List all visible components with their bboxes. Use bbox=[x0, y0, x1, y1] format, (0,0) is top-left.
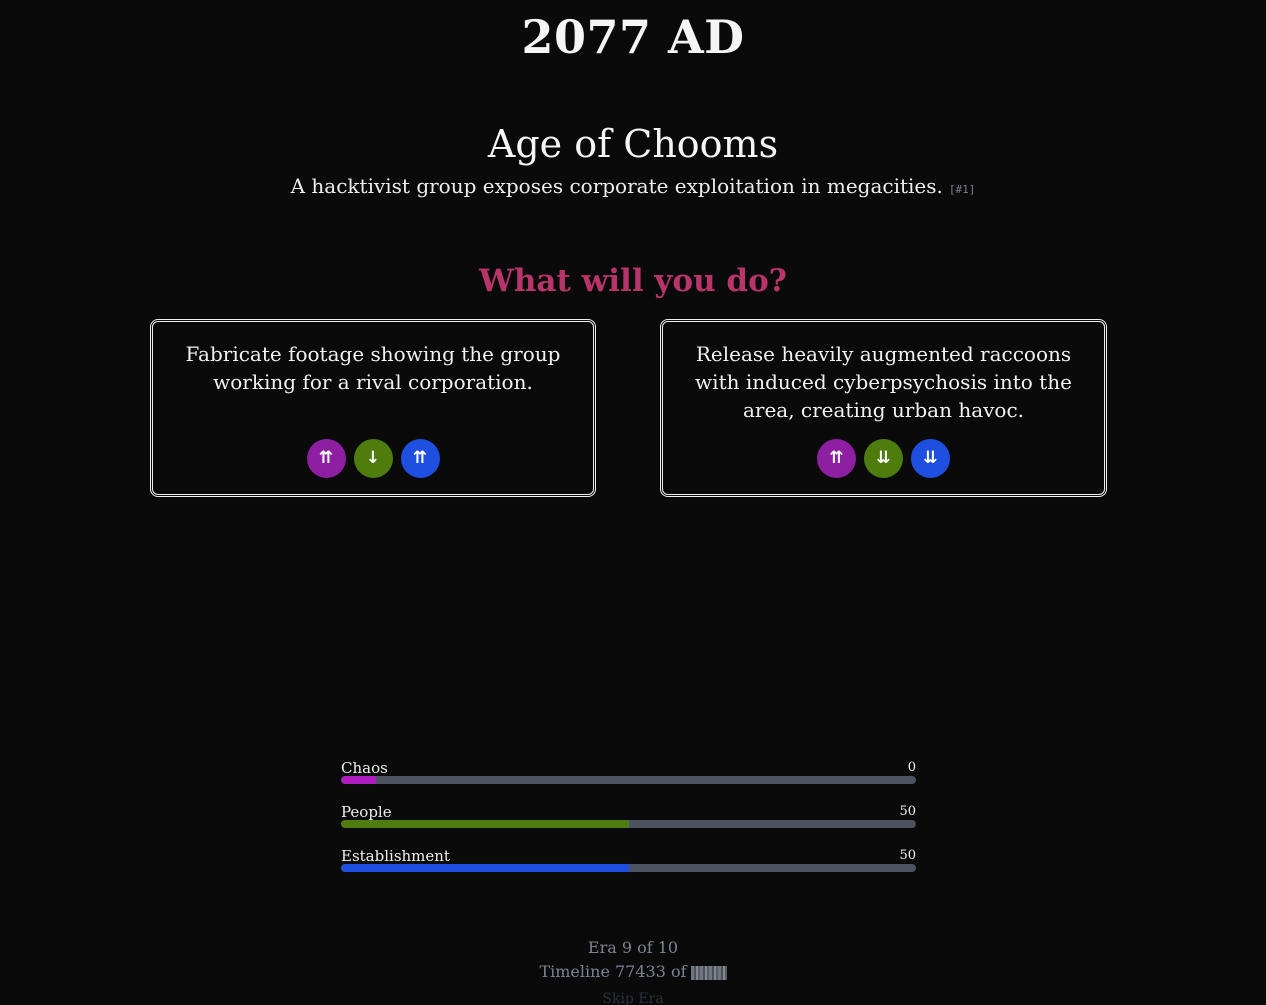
era-reference: [#1] bbox=[948, 183, 976, 196]
double-up-arrow-icon: ⇈ bbox=[400, 439, 440, 478]
meter-value: 50 bbox=[899, 848, 916, 863]
choice-text: Fabricate footage showing the group work… bbox=[185, 342, 561, 394]
meter-value: 50 bbox=[899, 804, 916, 819]
meter-track bbox=[341, 820, 916, 828]
meter-label: People bbox=[341, 803, 392, 821]
scrambled-glyph-icon bbox=[690, 965, 727, 980]
meter-fill bbox=[341, 820, 629, 828]
meter-track bbox=[341, 864, 916, 872]
down-arrow-icon: ↓ bbox=[353, 439, 393, 478]
game-page: 2077 AD Age of Chooms A hacktivist group… bbox=[0, 0, 1266, 1005]
meter-track bbox=[341, 776, 916, 784]
meter-label: Chaos bbox=[341, 759, 388, 777]
era-progress: Era 9 of 10 bbox=[587, 938, 679, 957]
era-description: A hacktivist group exposes corporate exp… bbox=[0, 174, 1266, 198]
choice-text: Release heavily augmented raccoons with … bbox=[695, 342, 1072, 422]
double-up-arrow-icon: ⇈ bbox=[817, 439, 856, 478]
era-title: Age of Chooms bbox=[487, 122, 779, 166]
choice-prompt: What will you do? bbox=[479, 263, 787, 299]
choice-effects: ⇈ ⇊ ⇊ bbox=[663, 439, 1104, 478]
choice-card-2[interactable]: Release heavily augmented raccoons with … bbox=[660, 319, 1107, 497]
timeline-text: Timeline 77433 of bbox=[539, 962, 687, 981]
era-description-text: A hacktivist group exposes corporate exp… bbox=[290, 174, 943, 198]
meter-fill bbox=[341, 864, 629, 872]
choice-card-1[interactable]: Fabricate footage showing the group work… bbox=[150, 319, 596, 497]
year-heading: 2077 AD bbox=[521, 10, 745, 64]
meter-fill bbox=[341, 776, 376, 784]
meter-value: 0 bbox=[907, 760, 916, 775]
double-down-arrow-icon: ⇊ bbox=[864, 439, 903, 478]
choice-effects: ⇈ ↓ ⇈ bbox=[153, 439, 593, 478]
double-down-arrow-icon: ⇊ bbox=[911, 439, 950, 478]
meter-label: Establishment bbox=[341, 847, 450, 865]
double-up-arrow-icon: ⇈ bbox=[306, 439, 346, 478]
timeline-counter: Timeline 77433 of bbox=[0, 962, 1266, 981]
skip-era-button[interactable]: Skip Era bbox=[0, 991, 1266, 1005]
